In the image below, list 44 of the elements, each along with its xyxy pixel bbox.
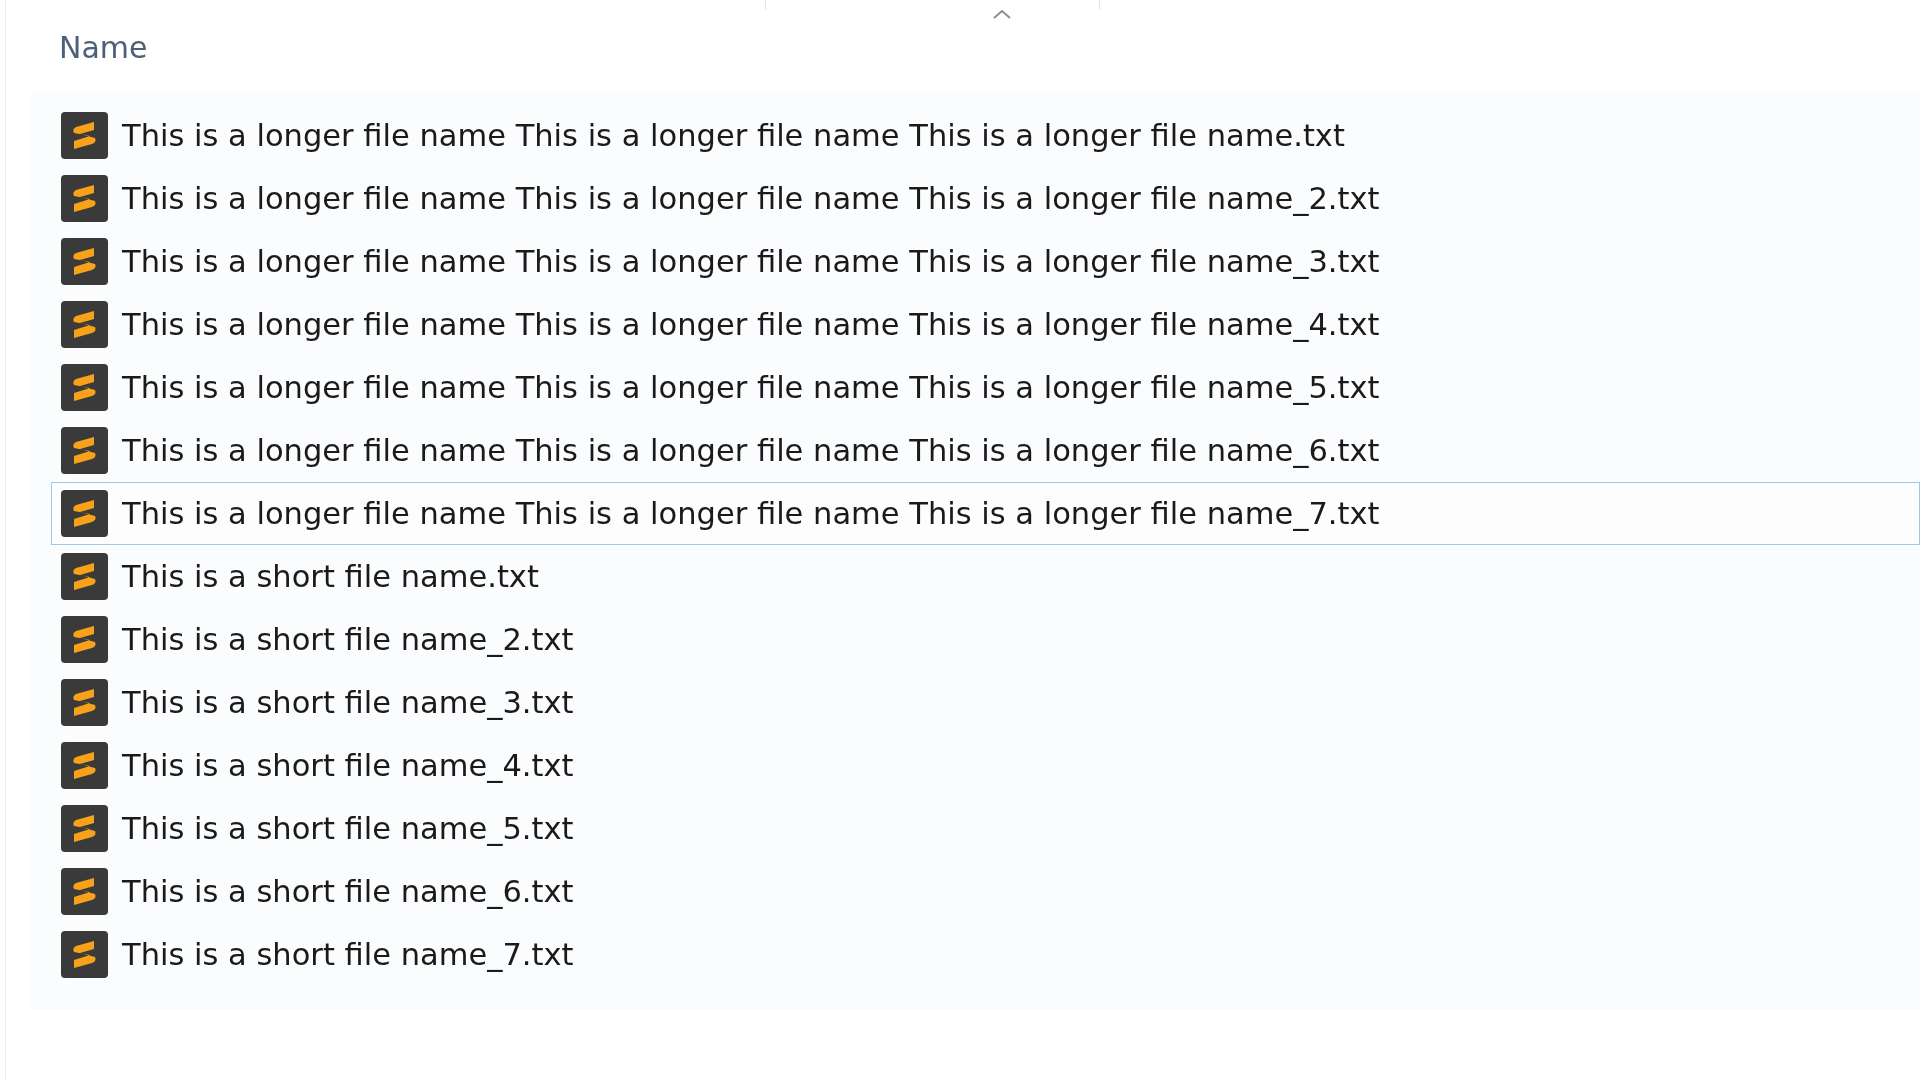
sort-caret-icon[interactable] (992, 8, 1012, 21)
file-row[interactable]: This is a longer file name This is a longer file name This is a longer file name_2.txt (51, 167, 1920, 230)
file-icon (61, 427, 108, 474)
file-icon (61, 742, 108, 789)
file-icon (61, 112, 108, 159)
file-row[interactable]: This is a longer file name This is a longer file name This is a longer file name_6.txt (51, 419, 1920, 482)
file-row[interactable]: This is a short file name_3.txt (51, 671, 1920, 734)
file-name: This is a longer file name This is a longer file name This is a longer file name_4.txt (122, 307, 1380, 342)
file-name: This is a short file name_3.txt (122, 685, 574, 720)
file-name: This is a longer file name This is a longer file name This is a longer file name_6.txt (122, 433, 1380, 468)
name-column-header[interactable]: Name (59, 30, 148, 65)
file-icon (61, 679, 108, 726)
file-name: This is a short file name.txt (122, 559, 539, 594)
file-icon (61, 364, 108, 411)
file-row[interactable]: This is a short file name.txt (51, 545, 1920, 608)
file-icon (61, 931, 108, 978)
file-row[interactable]: This is a longer file name This is a longer file name This is a longer file name.txt (51, 104, 1920, 167)
file-name: This is a longer file name This is a longer file name This is a longer file name_2.txt (122, 181, 1380, 216)
file-row[interactable]: This is a short file name_7.txt (51, 923, 1920, 986)
file-name: This is a short file name_7.txt (122, 937, 574, 972)
file-row[interactable]: This is a short file name_4.txt (51, 734, 1920, 797)
file-row[interactable]: This is a short file name_2.txt (51, 608, 1920, 671)
file-icon (61, 553, 108, 600)
file-row[interactable]: This is a longer file name This is a longer file name This is a longer file name_3.txt (51, 230, 1920, 293)
file-name: This is a short file name_4.txt (122, 748, 574, 783)
file-name: This is a longer file name This is a longer file name This is a longer file name_5.txt (122, 370, 1380, 405)
file-row[interactable]: This is a longer file name This is a longer file name This is a longer file name_4.txt (51, 293, 1920, 356)
file-name: This is a short file name_6.txt (122, 874, 574, 909)
file-name: This is a short file name_5.txt (122, 811, 574, 846)
file-name: This is a longer file name This is a longer file name This is a longer file name_3.txt (122, 244, 1380, 279)
file-row[interactable]: This is a longer file name This is a longer file name This is a longer file name_7.txt (51, 482, 1920, 545)
file-icon (61, 868, 108, 915)
file-row[interactable]: This is a short file name_6.txt (51, 860, 1920, 923)
file-icon (61, 616, 108, 663)
file-icon (61, 238, 108, 285)
file-name: This is a longer file name This is a longer file name This is a longer file name_7.txt (122, 496, 1380, 531)
file-icon (61, 301, 108, 348)
file-icon (61, 490, 108, 537)
file-name: This is a longer file name This is a longer file name This is a longer file name.txt (122, 118, 1345, 153)
file-icon (61, 805, 108, 852)
file-name: This is a short file name_2.txt (122, 622, 574, 657)
file-row[interactable]: This is a longer file name This is a longer file name This is a longer file name_5.txt (51, 356, 1920, 419)
file-row[interactable]: This is a short file name_5.txt (51, 797, 1920, 860)
file-icon (61, 175, 108, 222)
